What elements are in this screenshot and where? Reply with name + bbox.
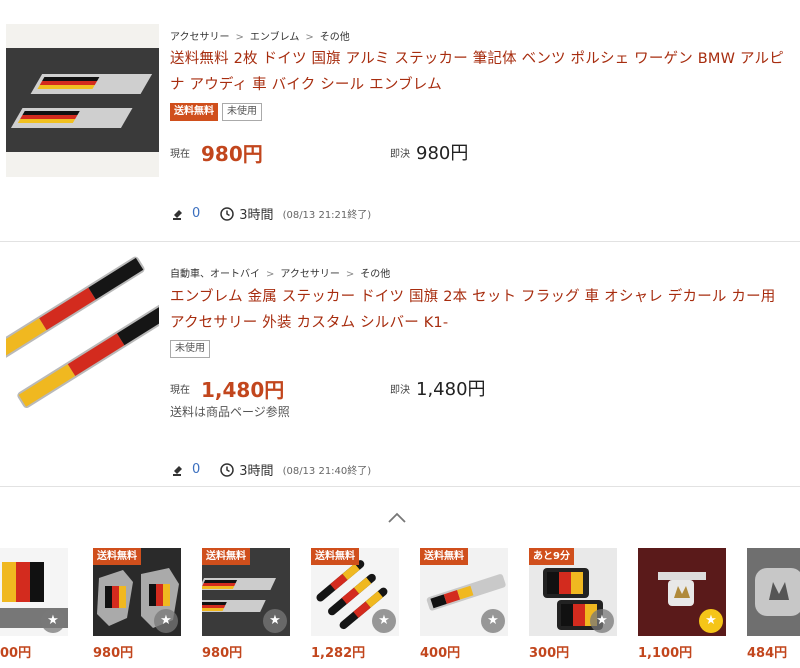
related-items-carousel: ★ 00円 送料無料 ★ 980円 送料無料 ★ 980円 送料無料 ★ 1,2… [0, 548, 800, 668]
breadcrumb-link[interactable]: その他 [320, 32, 350, 43]
carousel-image: ★ [0, 548, 68, 636]
carousel-card[interactable]: あと9分 ★ 300円 [529, 548, 617, 661]
breadcrumb: 自動車、オートバイ > アクセサリー > その他 [170, 265, 390, 280]
item-title-line: アクセサリー 外装 カスタム シルバー K1- [170, 315, 449, 331]
carousel-image [747, 548, 800, 636]
breadcrumb-link[interactable]: アクセサリー [280, 269, 340, 280]
carousel-image: 送料無料 ★ [420, 548, 508, 636]
free-shipping-badge: 送料無料 [93, 548, 141, 565]
carousel-card[interactable]: 送料無料 ★ 1,282円 [311, 548, 399, 661]
carousel-price: 980円 [93, 646, 134, 661]
item-title-line: エンブレム 金属 ステッカー ドイツ 国旗 2本 セット フラッグ 車 オシャレ… [170, 289, 776, 305]
buyout-price-label: 即決 [390, 149, 410, 160]
current-price-label: 現在 [170, 149, 190, 160]
carousel-price: 484円 [747, 646, 788, 661]
item-title-line: ナ アウディ 車 バイク シール エンブレム [170, 77, 442, 93]
free-shipping-badge: 送料無料 [170, 103, 218, 121]
divider [0, 486, 800, 487]
favorite-star-icon[interactable]: ★ [372, 609, 396, 633]
time-left-badge: あと9分 [529, 548, 574, 565]
time-remaining: 3時間 (08/13 21:21終了) [220, 204, 371, 223]
item-thumbnail[interactable] [6, 254, 159, 414]
breadcrumb-separator: > [305, 32, 314, 43]
item-tags: 未使用 [170, 340, 210, 358]
end-time: (08/13 21:21終了) [282, 210, 372, 221]
item-meta: 0 3時間 (08/13 21:40終了) [172, 460, 371, 479]
bid-count-value: 0 [192, 206, 201, 221]
current-price-label: 現在 [170, 385, 190, 396]
favorite-star-icon[interactable]: ★ [41, 609, 65, 633]
breadcrumb-link[interactable]: その他 [360, 269, 390, 280]
carousel-price: 300円 [529, 646, 570, 661]
time-remaining: 3時間 (08/13 21:40終了) [220, 460, 371, 479]
favorite-star-icon[interactable]: ★ [263, 609, 287, 633]
item-title-line: 送料無料 2枚 ドイツ 国旗 アルミ ステッカー 筆記体 ベンツ ポルシェ ワー… [170, 51, 784, 67]
carousel-card[interactable]: ★ 1,100円 [638, 548, 726, 661]
favorite-star-icon[interactable]: ★ [154, 609, 178, 633]
breadcrumb-separator: > [235, 32, 244, 43]
time-left-value: 3時間 [239, 464, 274, 479]
clock-icon [220, 206, 235, 221]
item-title-link[interactable]: 送料無料 2枚 ドイツ 国旗 アルミ ステッカー 筆記体 ベンツ ポルシェ ワー… [170, 46, 800, 98]
gavel-icon [173, 465, 182, 476]
carousel-image: ★ [638, 548, 726, 636]
condition-badge: 未使用 [222, 103, 262, 121]
favorite-star-icon[interactable]: ★ [699, 609, 723, 633]
carousel-price: 980円 [202, 646, 243, 661]
current-price: 1,480円 [201, 378, 285, 402]
breadcrumb-link[interactable]: エンブレム [250, 32, 300, 43]
bid-count: 0 [172, 462, 200, 477]
gavel-icon [173, 209, 182, 220]
buyout-price: 980円 [416, 143, 469, 164]
carousel-image: 送料無料 ★ [202, 548, 290, 636]
buyout-price: 1,480円 [416, 379, 486, 400]
carousel-price: 00円 [0, 646, 32, 661]
chevron-up-icon[interactable] [386, 508, 408, 526]
end-time: (08/13 21:40終了) [282, 466, 372, 477]
favorite-star-icon[interactable]: ★ [590, 609, 614, 633]
breadcrumb: アクセサリー > エンブレム > その他 [170, 28, 350, 43]
condition-badge: 未使用 [170, 340, 210, 358]
buyout-price-label: 即決 [390, 385, 410, 396]
carousel-image: あと9分 ★ [529, 548, 617, 636]
item-meta: 0 3時間 (08/13 21:21終了) [172, 204, 371, 223]
bid-count-value: 0 [192, 462, 201, 477]
carousel-price: 1,100円 [638, 646, 693, 661]
breadcrumb-link[interactable]: 自動車、オートバイ [170, 269, 260, 280]
carousel-image: 送料無料 ★ [311, 548, 399, 636]
shipping-note: 送料は商品ページ参照 [170, 405, 290, 419]
free-shipping-badge: 送料無料 [420, 548, 468, 565]
carousel-price: 400円 [420, 646, 461, 661]
breadcrumb-separator: > [345, 269, 355, 280]
breadcrumb-separator: > [266, 269, 275, 280]
favorite-star-icon[interactable]: ★ [481, 609, 505, 633]
free-shipping-badge: 送料無料 [311, 548, 359, 565]
clock-icon [220, 462, 235, 477]
item-title-link[interactable]: エンブレム 金属 ステッカー ドイツ 国旗 2本 セット フラッグ 車 オシャレ… [170, 284, 800, 336]
carousel-card[interactable]: 送料無料 ★ 980円 [202, 548, 290, 661]
free-shipping-badge: 送料無料 [202, 548, 250, 565]
item-tags: 送料無料 未使用 [170, 103, 262, 121]
breadcrumb-link[interactable]: アクセサリー [170, 32, 230, 43]
current-price: 980円 [201, 142, 263, 166]
carousel-price: 1,282円 [311, 646, 366, 661]
item-thumbnail[interactable] [6, 24, 159, 177]
search-results-page: アクセサリー > エンブレム > その他 送料無料 2枚 ドイツ 国旗 アルミ ステッカ… [0, 0, 800, 668]
carousel-card[interactable]: 送料無料 ★ 980円 [93, 548, 181, 661]
carousel-image: 送料無料 ★ [93, 548, 181, 636]
carousel-card[interactable]: ★ 00円 [0, 548, 68, 661]
listing-item: アクセサリー > エンブレム > その他 送料無料 2枚 ドイツ 国旗 アルミ ステッカ… [0, 0, 800, 242]
carousel-card[interactable]: 484円 [747, 548, 800, 661]
bid-count: 0 [172, 206, 200, 221]
time-left-value: 3時間 [239, 208, 274, 223]
carousel-card[interactable]: 送料無料 ★ 400円 [420, 548, 508, 661]
